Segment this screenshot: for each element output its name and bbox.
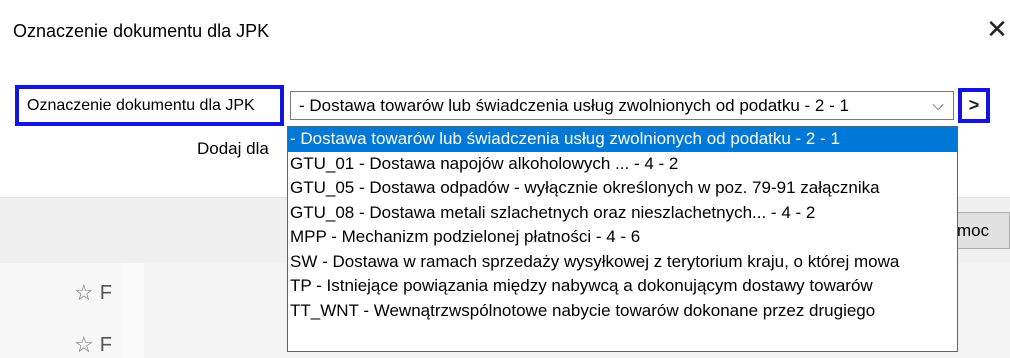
star-icon: ☆ — [74, 280, 94, 305]
dialog-title: Oznaczenie dokumentu dla JPK — [13, 21, 270, 41]
dropdown-option[interactable]: GTU_05 - Dostawa odpadów - wyłącznie okr… — [288, 176, 957, 201]
add-for-label: Dodaj dla — [197, 139, 269, 158]
background-list-item[interactable]: ☆ F — [74, 280, 112, 306]
dropdown-list: - Dostawa towarów lub świadczenia usług … — [287, 126, 958, 352]
dropdown-option[interactable]: MPP - Mechanizm podzielonej płatności - … — [288, 225, 957, 250]
dropdown-option[interactable]: TT_WNT - Wewnątrzwspólnotowe nabycie tow… — [288, 299, 957, 324]
field-label: Oznaczenie dokumentu dla JPK — [15, 85, 284, 126]
chevron-down-icon[interactable]: ⌵ — [923, 97, 953, 114]
next-button[interactable]: > — [958, 88, 990, 123]
field-label-text: Oznaczenie dokumentu dla JPK — [27, 96, 255, 114]
star-icon: ☆ — [74, 332, 94, 357]
dropdown-option[interactable]: TP - Istniejące powiązania między nabywc… — [288, 274, 957, 299]
dropdown-option[interactable]: GTU_08 - Dostawa metali szlachetnych ora… — [288, 201, 957, 226]
help-button-label: moc — [957, 220, 990, 240]
close-icon[interactable]: ✕ — [984, 14, 1010, 44]
dropdown-option[interactable]: GTU_01 - Dostawa napojów alkoholowych ..… — [288, 152, 957, 177]
dropdown-option[interactable]: SW - Dostawa w ramach sprzedaży wysyłkow… — [288, 250, 957, 275]
chevron-right-icon: > — [968, 95, 980, 115]
background-item-label: F — [99, 333, 112, 356]
jpk-designation-combobox[interactable]: - Dostawa towarów lub świadczenia usług … — [290, 91, 954, 120]
dropdown-option[interactable]: - Dostawa towarów lub świadczenia usług … — [288, 127, 957, 152]
title-bar: Oznaczenie dokumentu dla JPK ✕ — [0, 0, 1010, 54]
background-item-label: F — [99, 281, 112, 304]
background-content — [122, 262, 144, 358]
combobox-value: - Dostawa towarów lub świadczenia usług … — [299, 95, 849, 115]
background-list-item[interactable]: ☆ F — [74, 332, 112, 358]
